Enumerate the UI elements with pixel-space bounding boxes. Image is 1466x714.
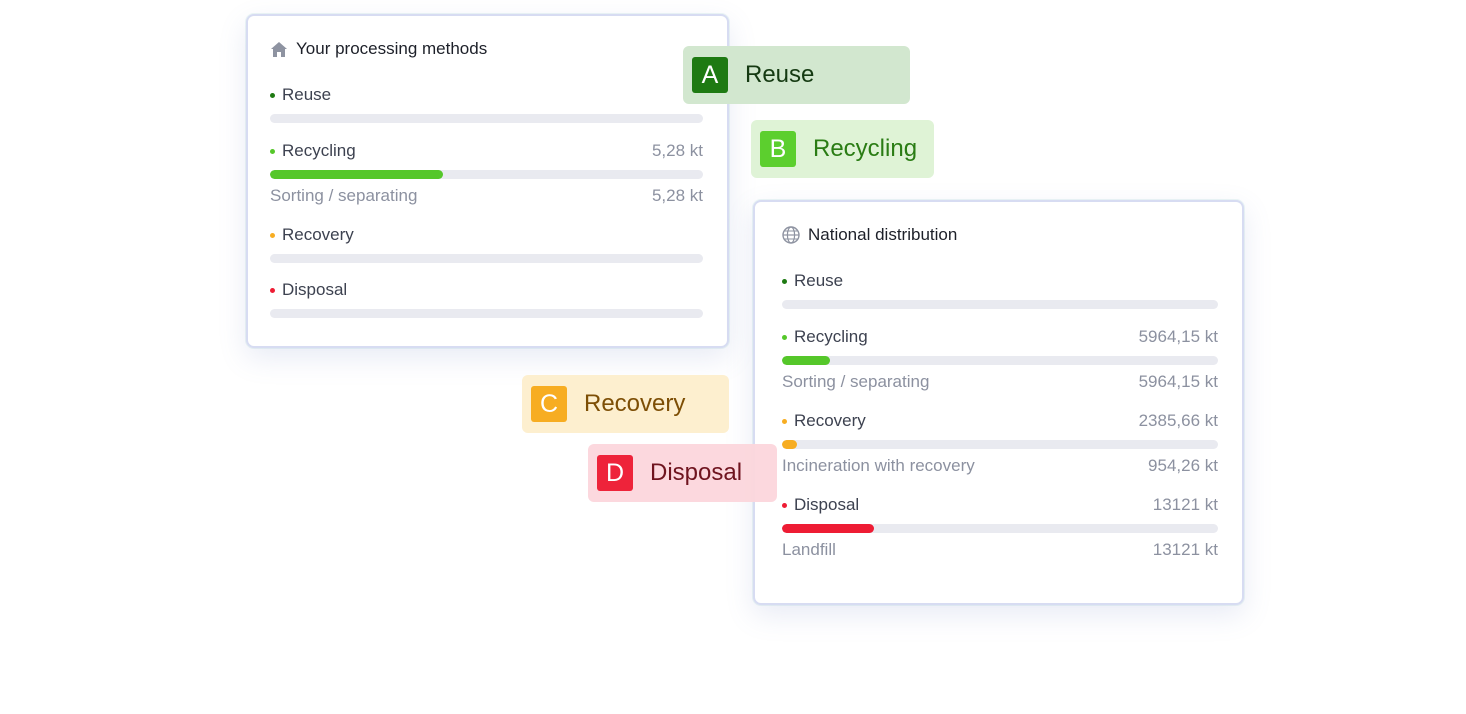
progress-track — [270, 309, 703, 318]
tag-label: Disposal — [650, 459, 743, 486]
processing-methods-header: Your processing methods — [270, 39, 487, 59]
globe-icon — [782, 226, 800, 244]
recovery-dot — [782, 418, 787, 424]
tag-letter-badge: A — [692, 57, 728, 93]
progress-fill — [782, 440, 798, 449]
progress-track — [270, 114, 703, 123]
method-value: 5,28 kt — [651, 141, 703, 160]
tag-letter-badge: B — [760, 131, 796, 167]
method-value: 5964,15 kt — [1138, 327, 1218, 346]
tag-label: Reuse — [745, 61, 815, 88]
sub-method-label: Sorting / separating — [270, 186, 418, 205]
method-label: Disposal — [282, 280, 348, 299]
sub-method-value: 954,26 kt — [1148, 456, 1218, 475]
disposal-dot — [270, 287, 275, 293]
card-title: National distribution — [808, 225, 958, 244]
national-distribution-card: National distribution Reuse Recycling 59… — [753, 200, 1244, 605]
progress-fill — [270, 170, 444, 179]
progress-fill — [782, 524, 874, 533]
progress-track — [270, 254, 703, 263]
method-label: Recycling — [282, 141, 356, 160]
method-row-disposal: Disposal — [270, 279, 703, 318]
sub-method-label: Landfill — [782, 540, 836, 559]
method-label: Recovery — [282, 225, 354, 244]
progress-track — [782, 440, 1218, 449]
reuse-dot — [270, 92, 275, 98]
distribution-row-recovery: Recovery 2385,66 kt Incineration with re… — [782, 410, 1218, 476]
method-label: Reuse — [282, 85, 332, 104]
distribution-row-reuse: Reuse — [782, 270, 1218, 309]
method-row-recovery: Recovery — [270, 224, 703, 263]
tag-recovery: C Recovery — [522, 375, 729, 433]
method-label: Recovery — [794, 411, 866, 430]
progress-fill — [782, 356, 830, 365]
method-row-recycling: Recycling 5,28 kt Sorting / separating 5… — [270, 140, 703, 206]
method-label: Recycling — [794, 327, 868, 346]
sub-method-label: Sorting / separating — [782, 372, 930, 391]
home-icon — [271, 41, 287, 57]
progress-track — [270, 170, 703, 179]
reuse-dot — [782, 278, 787, 284]
method-label: Reuse — [794, 271, 844, 290]
tag-letter-badge: C — [531, 386, 567, 422]
sub-method-value: 13121 kt — [1152, 540, 1218, 559]
method-label: Disposal — [794, 495, 860, 514]
progress-track — [782, 300, 1218, 309]
method-value: 13121 kt — [1152, 495, 1218, 514]
progress-track — [782, 356, 1218, 365]
tag-reuse: A Reuse — [683, 46, 910, 104]
tag-recycling: B Recycling — [751, 120, 934, 178]
sub-method-label: Incineration with recovery — [782, 456, 975, 475]
tag-label: Recovery — [584, 390, 686, 417]
recycling-dot — [782, 334, 787, 340]
tag-label: Recycling — [813, 135, 918, 162]
sub-method-value: 5964,15 kt — [1138, 372, 1218, 391]
sub-method-value: 5,28 kt — [651, 186, 703, 205]
recycling-dot — [270, 148, 275, 154]
disposal-dot — [782, 502, 787, 508]
distribution-row-disposal: Disposal 13121 kt Landfill 13121 kt — [782, 494, 1218, 560]
tag-disposal: D Disposal — [588, 444, 777, 502]
recovery-dot — [270, 232, 275, 238]
tag-letter-badge: D — [597, 455, 633, 491]
card-title: Your processing methods — [296, 39, 488, 58]
processing-methods-card: Your processing methods Reuse Recycling … — [246, 14, 729, 348]
progress-track — [782, 524, 1218, 533]
distribution-row-recycling: Recycling 5964,15 kt Sorting / separatin… — [782, 326, 1218, 392]
method-row-reuse: Reuse — [270, 84, 703, 123]
national-distribution-header: National distribution — [782, 225, 957, 245]
method-value: 2385,66 kt — [1138, 411, 1218, 430]
